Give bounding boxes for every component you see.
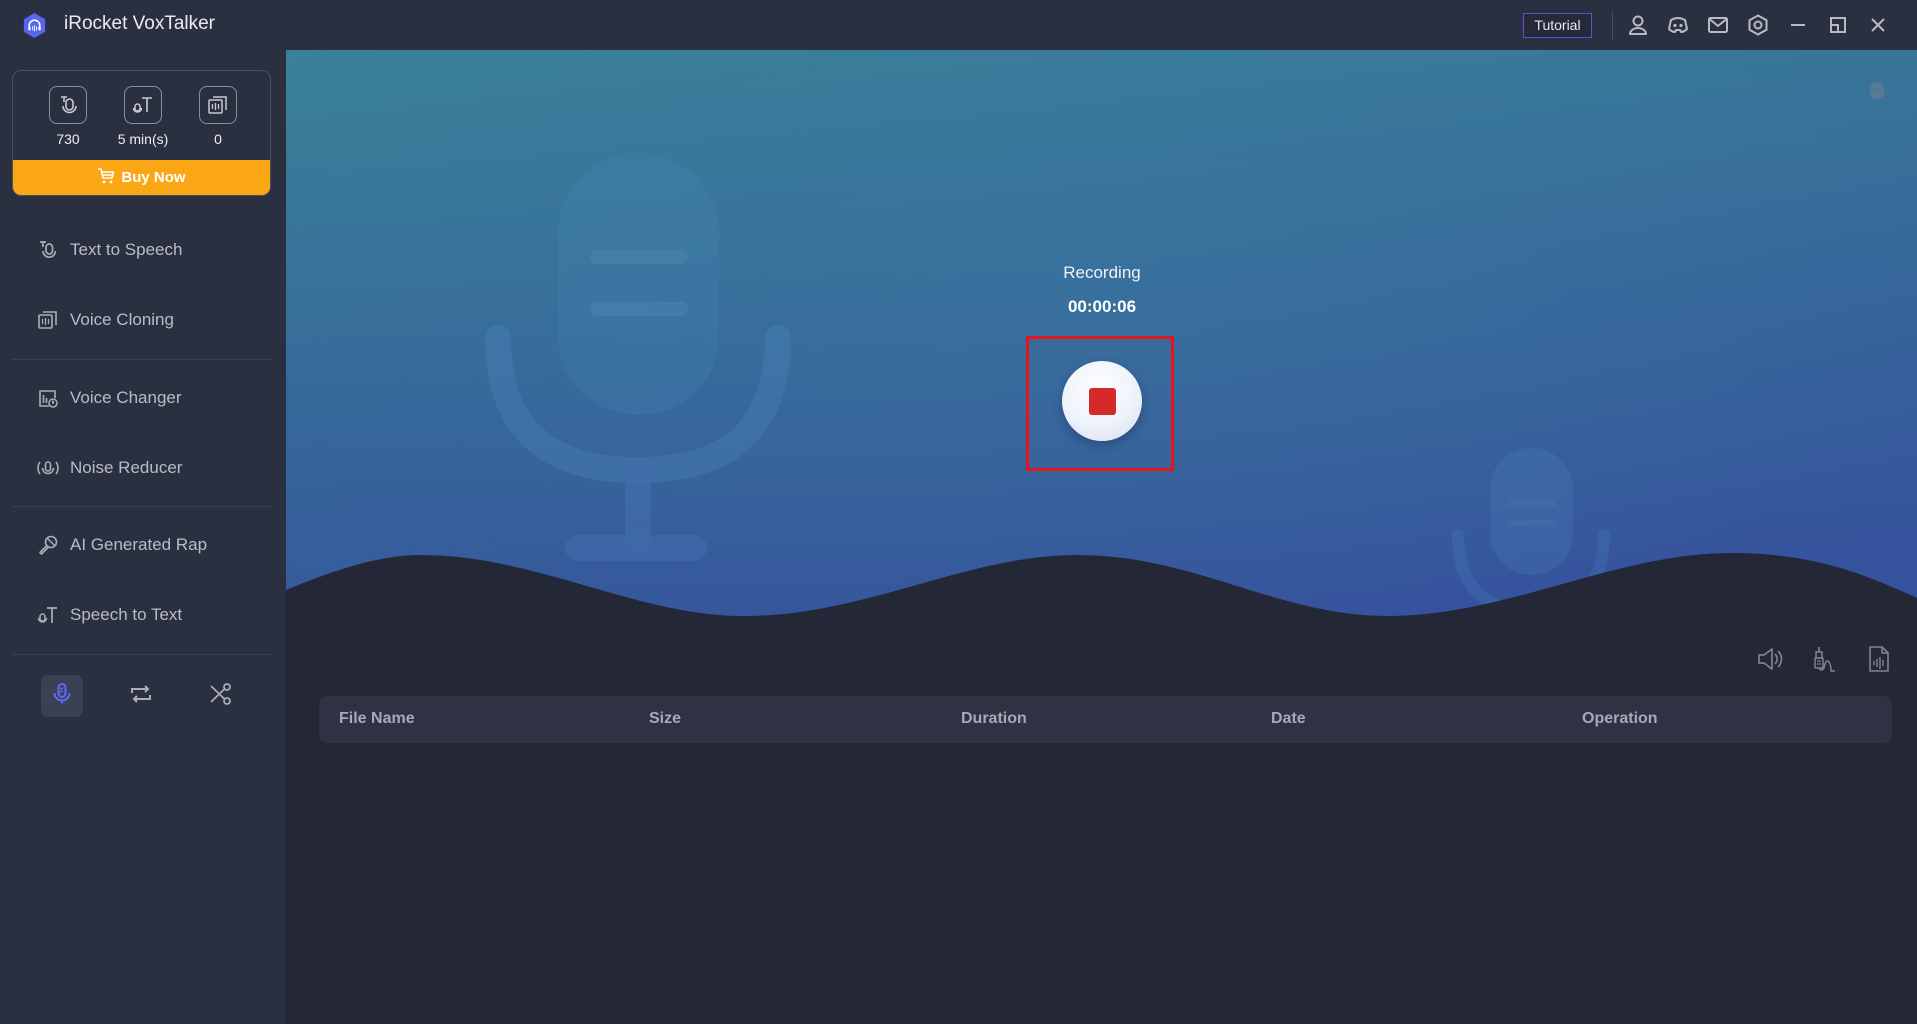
recording-status: Recording xyxy=(1063,263,1141,282)
sidebar-item-text-to-speech[interactable]: Text to Speech xyxy=(0,228,286,272)
column-size[interactable]: Size xyxy=(649,710,681,728)
quota-card: 730 5 min(s) 0 Buy Now xyxy=(12,70,271,196)
title-bar: iRocket VoxTalker Tutorial xyxy=(0,0,1917,50)
microphone-rap-icon xyxy=(35,532,61,558)
wave-divider xyxy=(286,553,1917,700)
user-icon[interactable] xyxy=(1626,13,1650,37)
cart-icon xyxy=(97,167,115,189)
close-icon[interactable] xyxy=(1866,13,1890,37)
sidebar-item-label: Speech to Text xyxy=(70,605,183,624)
tutorial-button[interactable]: Tutorial xyxy=(1523,13,1592,38)
speech-to-text-icon xyxy=(35,602,61,628)
recordings-table-body xyxy=(319,743,1892,1013)
app-logo-icon xyxy=(21,12,48,39)
quota-voice-cloning-value: 0 xyxy=(214,131,222,147)
quota-voice-cloning: 0 xyxy=(188,86,248,147)
sidebar-divider xyxy=(12,359,272,360)
quota-text-to-speech: 730 xyxy=(38,86,98,147)
recorder-settings-icon[interactable] xyxy=(1866,79,1888,101)
column-duration[interactable]: Duration xyxy=(961,710,1027,728)
sidebar-item-label: Text to Speech xyxy=(70,240,183,259)
sidebar-divider xyxy=(12,506,272,507)
stop-icon xyxy=(1089,388,1116,415)
sidebar-item-label: AI Generated Rap xyxy=(70,535,208,554)
audio-file-icon[interactable] xyxy=(1864,644,1894,674)
sidebar-item-label: Voice Changer xyxy=(70,388,182,407)
sidebar-item-ai-generated-rap[interactable]: AI Generated Rap xyxy=(0,523,286,567)
cutter-tool-button[interactable] xyxy=(199,675,241,717)
text-to-speech-icon xyxy=(49,86,87,124)
recordings-table-header: File Name Size Duration Date Operation xyxy=(319,696,1892,743)
converter-tool-button[interactable] xyxy=(120,675,162,717)
buy-now-button[interactable]: Buy Now xyxy=(13,160,270,195)
recorder-hero: Recording 00:00:06 xyxy=(286,50,1917,700)
audio-jack-icon[interactable] xyxy=(1809,644,1839,674)
discord-icon[interactable] xyxy=(1666,13,1690,37)
sidebar: 730 5 min(s) 0 Buy Now Text to Speech Vo… xyxy=(0,50,286,1024)
repeat-icon xyxy=(128,681,154,712)
stop-recording-button[interactable] xyxy=(1062,361,1142,441)
recorder-tool-button[interactable] xyxy=(41,675,83,717)
text-to-speech-icon xyxy=(35,237,61,263)
column-operation: Operation xyxy=(1582,710,1658,727)
voice-changer-icon xyxy=(35,385,61,411)
scissors-icon xyxy=(207,681,233,712)
speaker-icon[interactable] xyxy=(1754,644,1784,674)
column-file-name[interactable]: File Name xyxy=(339,710,415,728)
restore-icon[interactable] xyxy=(1826,13,1850,37)
titlebar-divider xyxy=(1612,11,1613,39)
noise-reducer-icon xyxy=(35,455,61,481)
sidebar-item-noise-reducer[interactable]: Noise Reducer xyxy=(0,446,286,490)
voice-cloning-icon xyxy=(199,86,237,124)
sidebar-item-label: Noise Reducer xyxy=(70,458,183,477)
recording-timer: 00:00:06 xyxy=(1067,297,1137,316)
mail-icon[interactable] xyxy=(1706,13,1730,37)
app-title: iRocket VoxTalker xyxy=(64,13,216,34)
settings-icon[interactable] xyxy=(1746,13,1770,37)
quota-speech-to-text-value: 5 min(s) xyxy=(117,131,169,147)
sidebar-item-voice-changer[interactable]: Voice Changer xyxy=(0,376,286,420)
speech-to-text-icon xyxy=(124,86,162,124)
voice-cloning-icon xyxy=(35,307,61,333)
sidebar-item-speech-to-text[interactable]: Speech to Text xyxy=(0,593,286,637)
minimize-icon[interactable] xyxy=(1786,13,1810,37)
sidebar-item-voice-cloning[interactable]: Voice Cloning xyxy=(0,298,286,342)
recorder-panel: Recording 00:00:06 File Name Size Durati… xyxy=(286,50,1917,1024)
sidebar-divider xyxy=(12,654,272,655)
column-date[interactable]: Date xyxy=(1271,710,1306,728)
sidebar-item-label: Voice Cloning xyxy=(70,310,174,329)
buy-now-label: Buy Now xyxy=(121,169,186,186)
microphone-icon xyxy=(49,681,75,712)
quota-text-to-speech-value: 730 xyxy=(56,131,80,147)
quota-speech-to-text: 5 min(s) xyxy=(113,86,173,147)
